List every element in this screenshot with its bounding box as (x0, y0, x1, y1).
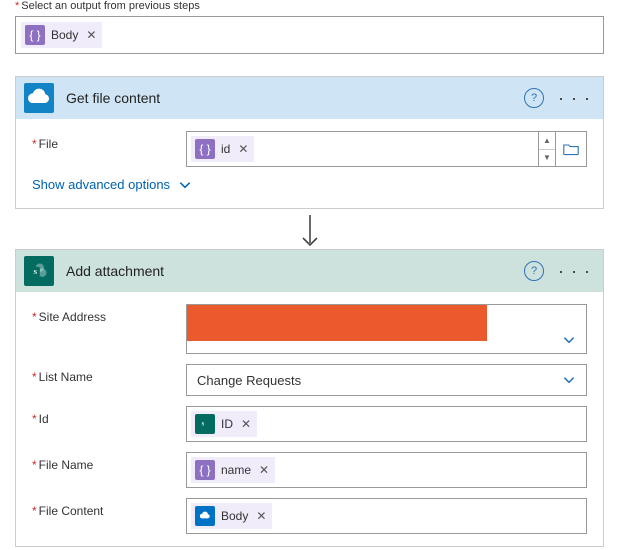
top-label-text: Select an output from previous steps (21, 0, 200, 12)
remove-token-icon[interactable]: ✕ (236, 142, 250, 156)
chevron-down-icon (178, 178, 192, 192)
token-label: id (221, 142, 230, 156)
help-icon[interactable]: ? (524, 88, 544, 108)
remove-token-icon[interactable]: ✕ (239, 417, 253, 431)
remove-token-icon[interactable]: ✕ (257, 463, 271, 477)
remove-token-icon[interactable]: ✕ (254, 509, 268, 523)
token-sp-id[interactable]: S ID ✕ (191, 411, 257, 437)
site-address-label: *Site Address (32, 304, 186, 354)
cloud-icon (195, 506, 215, 526)
action-title: Get file content (66, 90, 512, 106)
site-address-dropdown[interactable] (186, 304, 587, 354)
file-picker-button[interactable] (556, 131, 587, 167)
svg-text:S: S (202, 422, 205, 427)
id-label: *Id (32, 406, 186, 442)
action-title: Add attachment (66, 263, 512, 279)
onedrive-icon (24, 83, 54, 113)
token-label: Body (51, 28, 78, 42)
braces-icon: { } (195, 460, 215, 480)
required-star: * (15, 0, 19, 12)
file-name-input[interactable]: { } name ✕ (186, 452, 587, 488)
file-input[interactable]: { } id ✕ (186, 131, 539, 167)
list-name-value: Change Requests (191, 373, 562, 388)
ellipsis-icon[interactable]: · · · (556, 262, 593, 280)
action-header[interactable]: S Add attachment ? · · · (16, 250, 603, 292)
step-up-icon[interactable]: ▲ (539, 132, 555, 150)
file-content-input[interactable]: Body ✕ (186, 498, 587, 534)
token-body[interactable]: { } Body ✕ (21, 22, 102, 48)
list-name-label: *List Name (32, 364, 186, 396)
token-name[interactable]: { } name ✕ (191, 457, 275, 483)
top-output-label: *Select an output from previous steps (15, 0, 604, 12)
braces-icon: { } (195, 139, 215, 159)
sharepoint-icon: S (24, 256, 54, 286)
flow-arrow-icon (15, 213, 604, 249)
chevron-down-icon (562, 373, 576, 387)
file-stepper[interactable]: ▲ ▼ (539, 131, 556, 167)
file-content-label: *File Content (32, 498, 186, 534)
action-get-file-content: Get file content ? · · · *File { } id ✕ (15, 76, 604, 209)
token-content-body[interactable]: Body ✕ (191, 503, 272, 529)
id-input[interactable]: S ID ✕ (186, 406, 587, 442)
action-add-attachment: S Add attachment ? · · · *Site Address (15, 249, 604, 547)
braces-icon: { } (25, 25, 45, 45)
list-name-dropdown[interactable]: Change Requests (186, 364, 587, 396)
remove-token-icon[interactable]: ✕ (84, 28, 98, 42)
step-down-icon[interactable]: ▼ (539, 150, 555, 167)
action-header[interactable]: Get file content ? · · · (16, 77, 603, 119)
file-label: *File (32, 131, 186, 167)
token-label: name (221, 463, 251, 477)
chevron-down-icon (562, 333, 576, 347)
token-label: Body (221, 509, 248, 523)
top-output-field[interactable]: { } Body ✕ (15, 16, 604, 54)
ellipsis-icon[interactable]: · · · (556, 89, 593, 107)
redacted-value (187, 305, 487, 341)
help-icon[interactable]: ? (524, 261, 544, 281)
svg-text:S: S (33, 269, 37, 276)
sharepoint-icon: S (195, 414, 215, 434)
token-label: ID (221, 417, 233, 431)
file-name-label: *File Name (32, 452, 186, 488)
token-id[interactable]: { } id ✕ (191, 136, 254, 162)
show-advanced-options[interactable]: Show advanced options (32, 177, 587, 192)
